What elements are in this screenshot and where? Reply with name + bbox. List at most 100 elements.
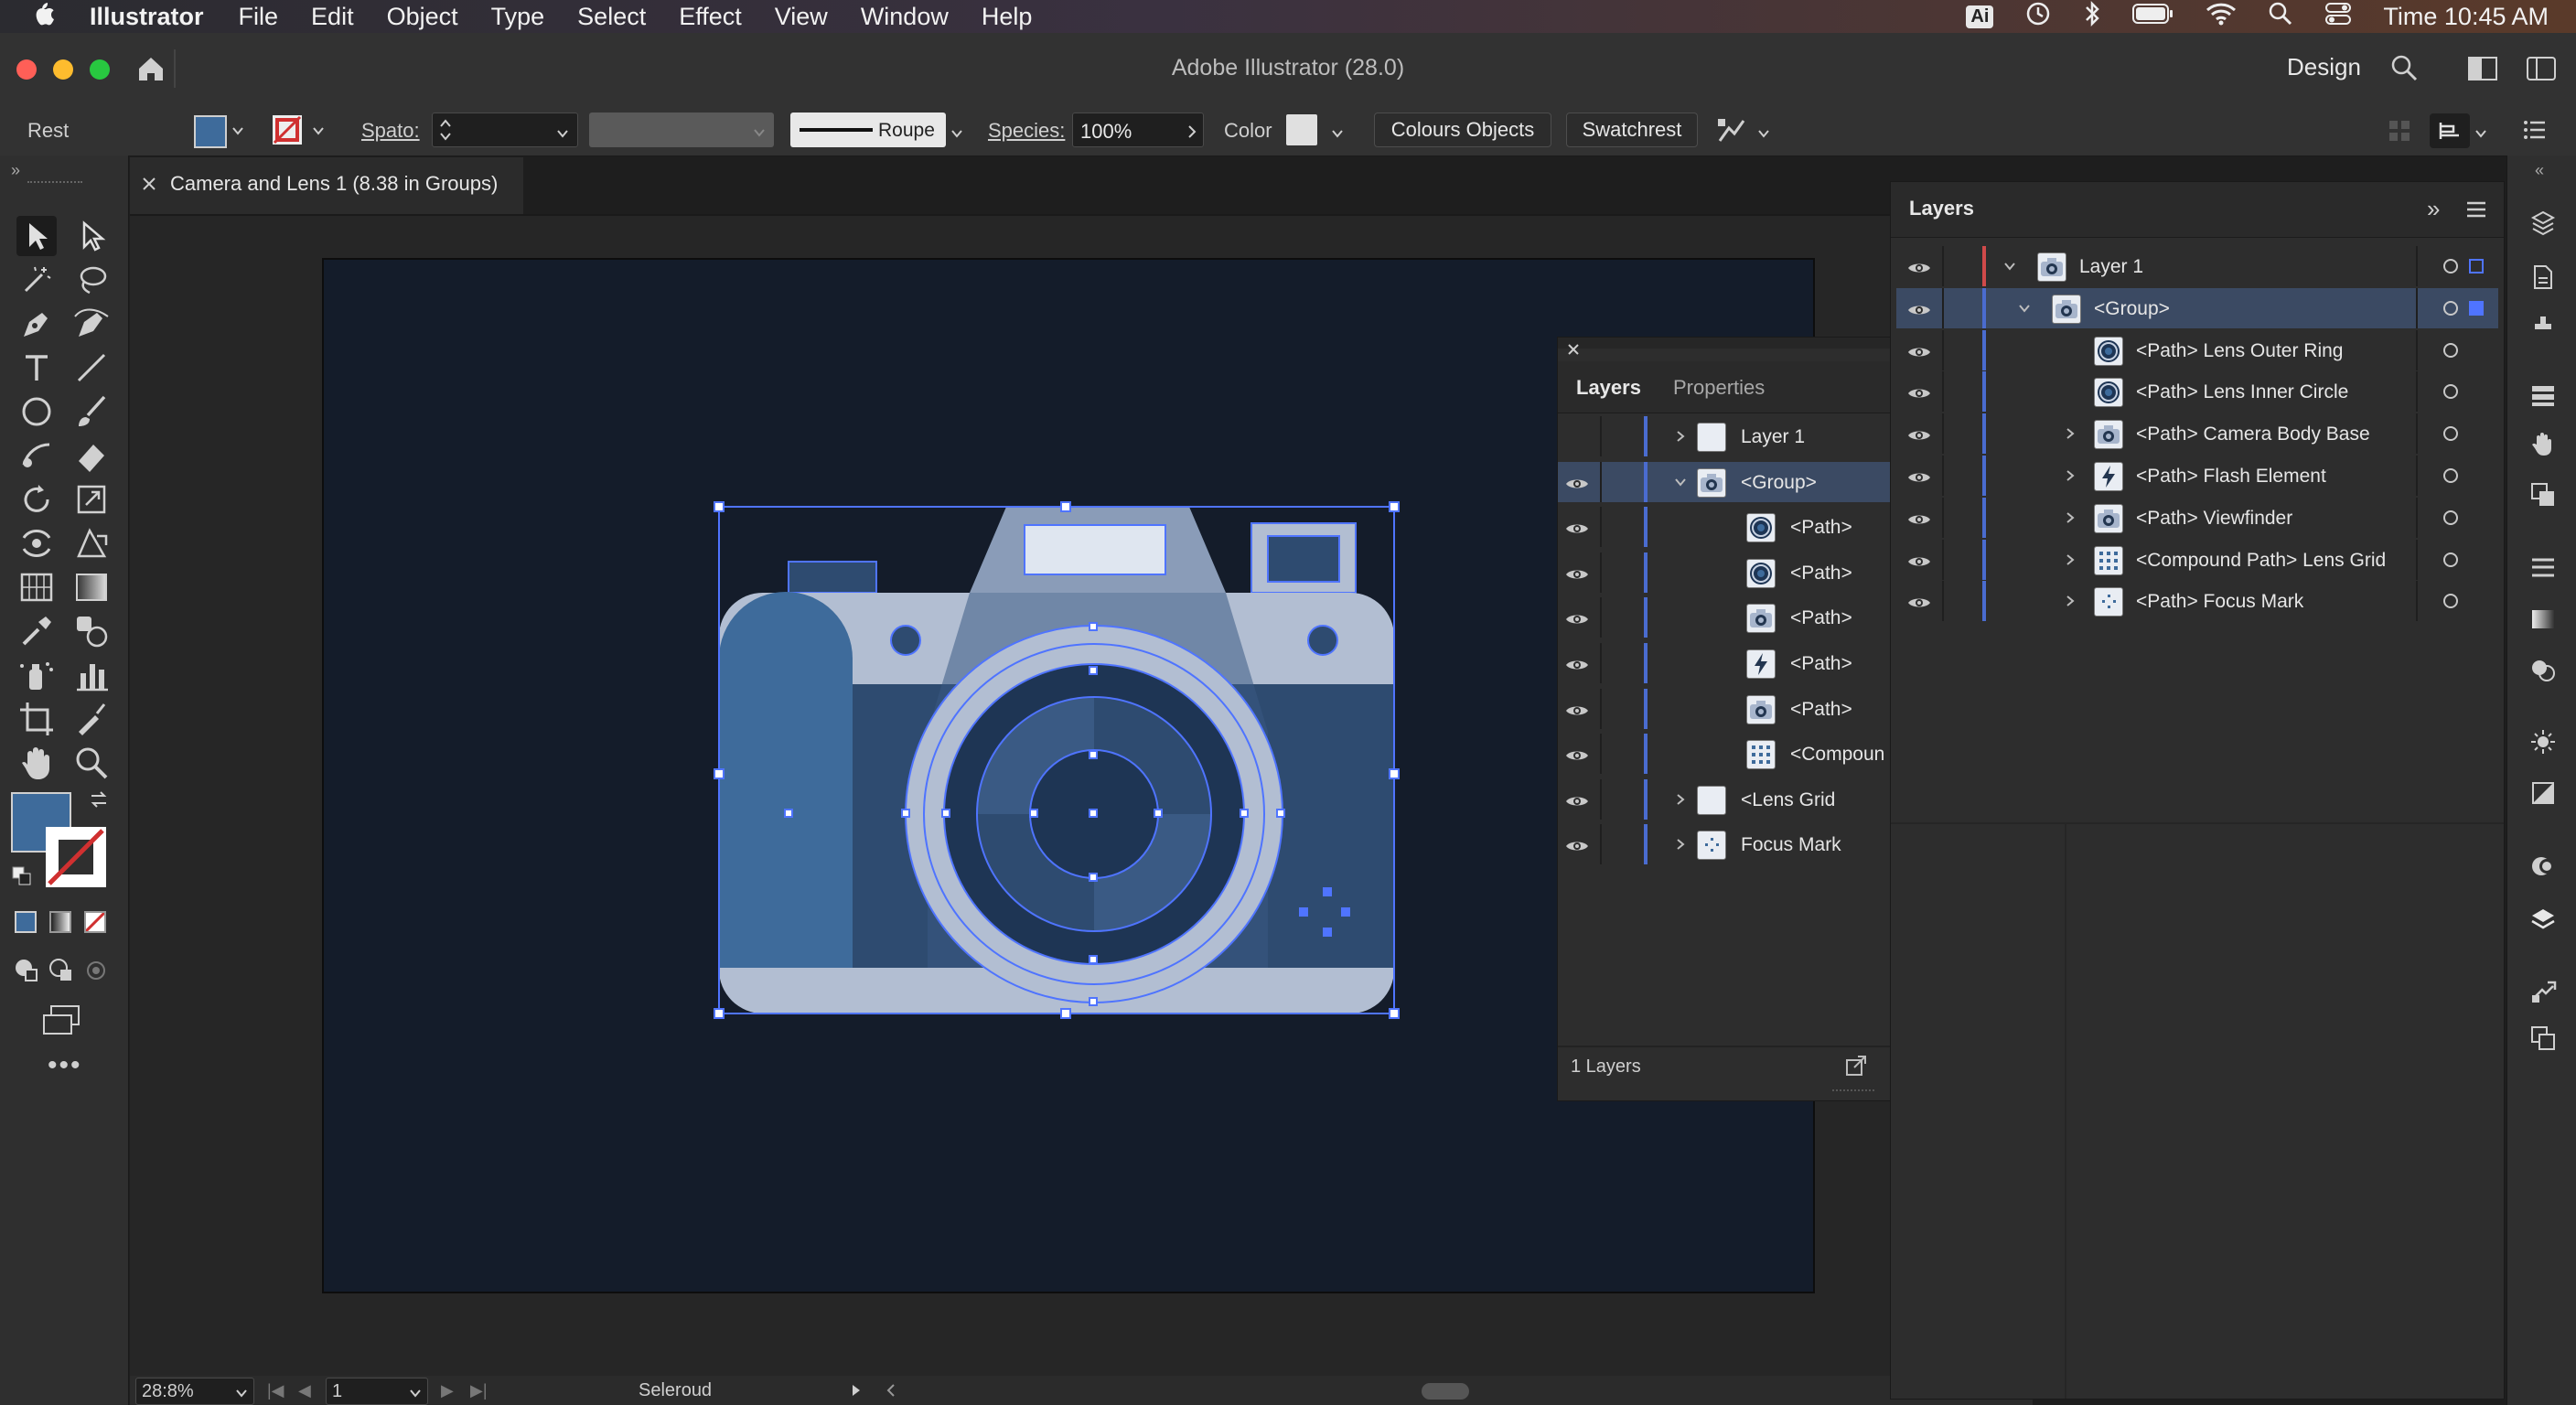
- chevron-right-icon[interactable]: [1673, 792, 1688, 811]
- visibility-eye-icon[interactable]: [1565, 565, 1589, 580]
- next-artboard-icon[interactable]: ▶: [441, 1381, 454, 1400]
- layer-row[interactable]: Layer 1: [1896, 246, 2498, 286]
- visibility-eye-icon[interactable]: [1565, 746, 1589, 761]
- panel-resize-grip[interactable]: [1832, 1089, 1874, 1097]
- visibility-eye-icon[interactable]: [1907, 259, 1931, 273]
- selection-indicator[interactable]: [2469, 300, 2484, 316]
- layer-name[interactable]: Layer 1: [2079, 256, 2143, 278]
- right-dial[interactable]: [1307, 625, 1338, 656]
- target-circle-icon[interactable]: [2443, 342, 2458, 358]
- layer-name[interactable]: <Path> Lens Outer Ring: [2136, 340, 2343, 362]
- target-circle-icon[interactable]: [2443, 426, 2458, 442]
- layer-name[interactable]: <Path>: [1790, 699, 1852, 721]
- visibility-eye-icon[interactable]: [1907, 594, 1931, 608]
- chevron-right-icon[interactable]: [1673, 429, 1688, 448]
- chevron-right-icon[interactable]: [2063, 468, 2077, 488]
- left-grip[interactable]: [719, 592, 853, 968]
- visibility-eye-icon[interactable]: [1565, 702, 1589, 716]
- layer-row[interactable]: <Path> Camera Body Base: [1896, 413, 2498, 455]
- layer-row[interactable]: <Path> Lens Outer Ring: [1896, 329, 2498, 370]
- scroll-left-icon[interactable]: [886, 1382, 896, 1403]
- viewfinder[interactable]: [1024, 524, 1166, 575]
- visibility-eye-icon[interactable]: [1565, 792, 1589, 807]
- last-artboard-icon[interactable]: ▶|: [470, 1381, 488, 1400]
- visibility-eye-icon[interactable]: [1565, 475, 1589, 489]
- layer-row[interactable]: <Compound Path> Lens Grid: [1896, 539, 2498, 580]
- first-artboard-icon[interactable]: |◀: [267, 1381, 284, 1400]
- close-panel-icon[interactable]: [1567, 343, 1580, 360]
- visibility-eye-icon[interactable]: [1565, 520, 1589, 534]
- visibility-eye-icon[interactable]: [1907, 343, 1931, 358]
- artboards-icon[interactable]: [2529, 1024, 2557, 1052]
- hand-icon[interactable]: [2529, 430, 2557, 457]
- target-circle-icon[interactable]: [2443, 552, 2458, 567]
- layers-icon[interactable]: [2529, 906, 2557, 933]
- visibility-eye-icon[interactable]: [1907, 301, 1931, 316]
- layer-name[interactable]: <Path> Focus Mark: [2136, 591, 2303, 613]
- layer-name[interactable]: <Path> Viewfinder: [2136, 508, 2292, 530]
- brushes-icon[interactable]: [2529, 382, 2557, 410]
- layer-name[interactable]: <Compound Path> Lens Grid: [2136, 550, 2386, 572]
- chevron-down-icon[interactable]: [235, 1384, 248, 1405]
- layer-name[interactable]: <Lens Grid: [1741, 789, 1835, 811]
- color-guide-icon[interactable]: [2529, 853, 2557, 880]
- gradient-panel-icon[interactable]: [2529, 606, 2557, 633]
- chevron-right-icon[interactable]: [2063, 510, 2077, 530]
- appearance-icon[interactable]: [2529, 728, 2557, 756]
- layer-row[interactable]: <Path> Focus Mark: [1896, 581, 2498, 622]
- chevron-right-icon[interactable]: [2063, 594, 2077, 613]
- hot-shoe[interactable]: [788, 561, 877, 594]
- left-dial[interactable]: [890, 625, 921, 656]
- layer-row[interactable]: <Path> Flash Element: [1896, 456, 2498, 496]
- artboard-number-field[interactable]: 1: [326, 1378, 428, 1405]
- chevron-down-icon[interactable]: [2017, 301, 2032, 320]
- visibility-eye-icon[interactable]: [1565, 610, 1589, 625]
- chevron-down-icon[interactable]: [1673, 475, 1688, 494]
- previous-artboard-icon[interactable]: ◀: [298, 1381, 311, 1400]
- libraries-icon[interactable]: [2529, 209, 2557, 236]
- layer-name[interactable]: <Compoun: [1790, 744, 1884, 766]
- layer-name[interactable]: <Path> Flash Element: [2136, 466, 2326, 488]
- asset-export-icon[interactable]: [2529, 977, 2557, 1004]
- layer-row[interactable]: <Path> Viewfinder: [1896, 497, 2498, 538]
- chevron-right-icon[interactable]: [1673, 837, 1688, 856]
- flash-window[interactable]: [1267, 535, 1340, 583]
- expand-panels-icon[interactable]: «: [2535, 161, 2544, 180]
- layer-name[interactable]: Layer 1: [1741, 426, 1805, 448]
- tab-layers[interactable]: Layers: [1576, 376, 1641, 400]
- collect-export-icon[interactable]: [1843, 1053, 1869, 1083]
- layer-name[interactable]: <Path> Camera Body Base: [2136, 424, 2370, 445]
- panel-menu-icon[interactable]: [2465, 200, 2487, 223]
- layer-row[interactable]: <Path> Lens Inner Circle: [1896, 371, 2498, 413]
- visibility-eye-icon[interactable]: [1907, 384, 1931, 399]
- layer-name[interactable]: <Path>: [1790, 653, 1852, 675]
- target-circle-icon[interactable]: [2443, 259, 2458, 273]
- layer-name[interactable]: <Group>: [2094, 298, 2170, 320]
- target-circle-icon[interactable]: [2443, 384, 2458, 400]
- visibility-eye-icon[interactable]: [1907, 426, 1931, 441]
- collapse-panel-icon[interactable]: »: [2427, 195, 2440, 223]
- visibility-eye-icon[interactable]: [1565, 837, 1589, 852]
- horizontal-scroll-thumb[interactable]: [1422, 1383, 1469, 1400]
- chevron-right-icon[interactable]: [2063, 426, 2077, 445]
- graphic-styles-icon[interactable]: [2529, 779, 2557, 807]
- chevron-down-icon[interactable]: [409, 1384, 422, 1405]
- target-circle-icon[interactable]: [2443, 509, 2458, 525]
- puppet-icon[interactable]: [2529, 311, 2557, 338]
- layer-name[interactable]: <Path>: [1790, 607, 1852, 629]
- document-info-icon[interactable]: [2529, 263, 2557, 291]
- chevron-down-icon[interactable]: [2002, 259, 2017, 278]
- visibility-eye-icon[interactable]: [1565, 656, 1589, 670]
- layer-row[interactable]: <Group>: [1896, 287, 2498, 328]
- transparency-icon[interactable]: [2529, 657, 2557, 684]
- layer-name[interactable]: <Group>: [1741, 472, 1817, 494]
- layer-name[interactable]: <Path> Lens Inner Circle: [2136, 381, 2348, 403]
- layer-name[interactable]: <Path>: [1790, 517, 1852, 539]
- zoom-level-field[interactable]: 28:8%: [135, 1378, 254, 1405]
- layer-name[interactable]: <Path>: [1790, 563, 1852, 585]
- visibility-eye-icon[interactable]: [1907, 552, 1931, 567]
- target-circle-icon[interactable]: [2443, 300, 2458, 316]
- arrange-icon[interactable]: [2529, 481, 2557, 509]
- target-circle-icon[interactable]: [2443, 468, 2458, 483]
- status-menu-icon[interactable]: [851, 1382, 862, 1403]
